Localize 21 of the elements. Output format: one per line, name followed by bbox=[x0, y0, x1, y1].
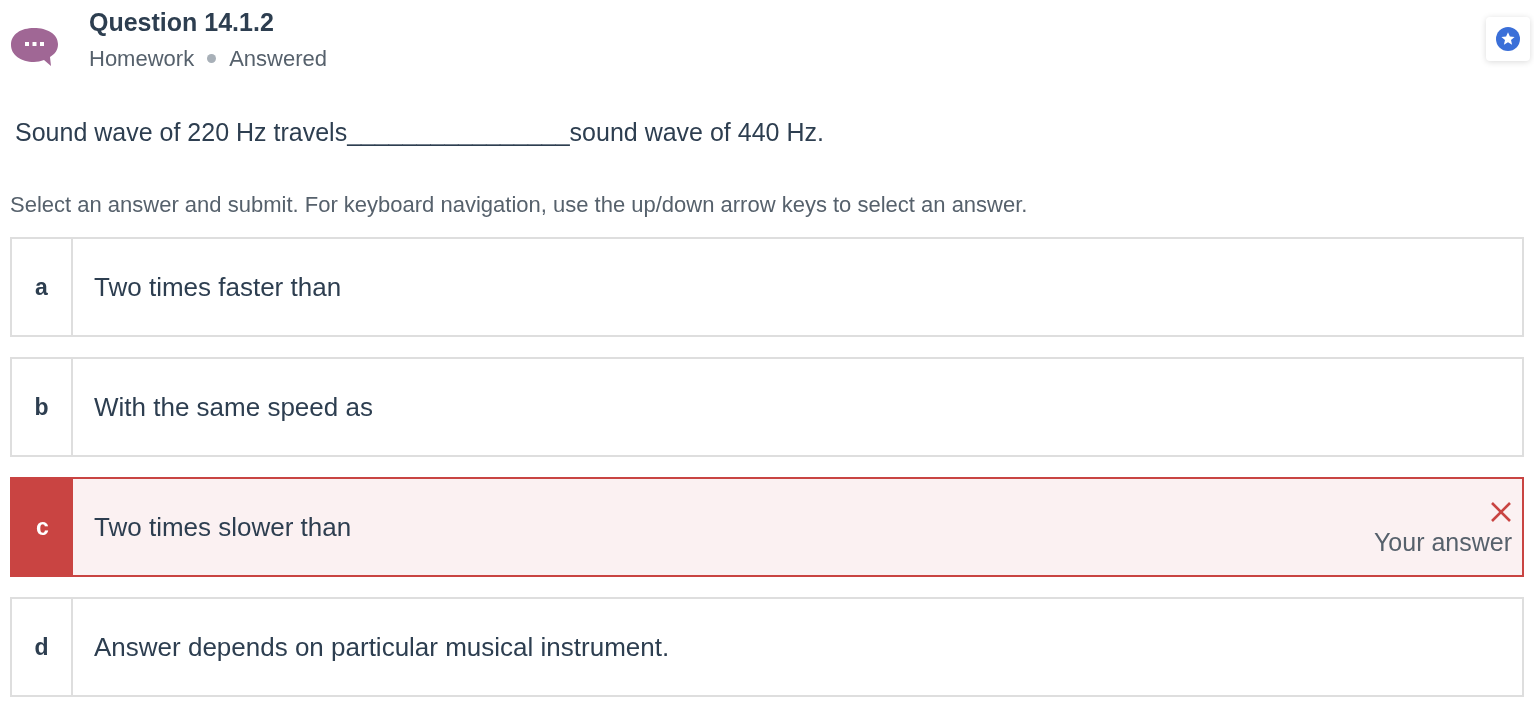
question-text: Sound wave of 220 Hz travels________________sound wave of 440 Hz. bbox=[15, 117, 825, 148]
answer-option[interactable]: d Answer depends on particular musical instrument. bbox=[10, 597, 1524, 697]
status-label: Answered bbox=[229, 44, 327, 73]
answer-option[interactable]: b With the same speed as bbox=[10, 357, 1524, 457]
option-text: Answer depends on particular musical instrument. bbox=[94, 630, 670, 664]
option-letter: d bbox=[12, 599, 73, 695]
option-text: Two times faster than bbox=[94, 270, 342, 304]
option-text: With the same speed as bbox=[94, 390, 373, 424]
favorite-button[interactable] bbox=[1486, 17, 1530, 61]
category-label: Homework bbox=[89, 44, 195, 73]
question-title: Question 14.1.2 bbox=[89, 7, 275, 38]
option-text: Two times slower than bbox=[94, 510, 352, 544]
option-letter: a bbox=[12, 239, 73, 335]
your-answer-label: Your answer bbox=[1373, 527, 1512, 557]
answer-option[interactable]: c Two times slower than Your answer bbox=[10, 477, 1524, 577]
separator-dot-icon bbox=[207, 53, 217, 63]
instructions-text: Select an answer and submit. For keyboard navigation, use the up/down arrow keys to select an answer. bbox=[10, 191, 1029, 219]
option-letter: b bbox=[12, 359, 73, 455]
chat-bubble-icon bbox=[10, 26, 59, 67]
option-letter: c bbox=[12, 479, 73, 575]
answer-option[interactable]: a Two times faster than bbox=[10, 237, 1524, 337]
